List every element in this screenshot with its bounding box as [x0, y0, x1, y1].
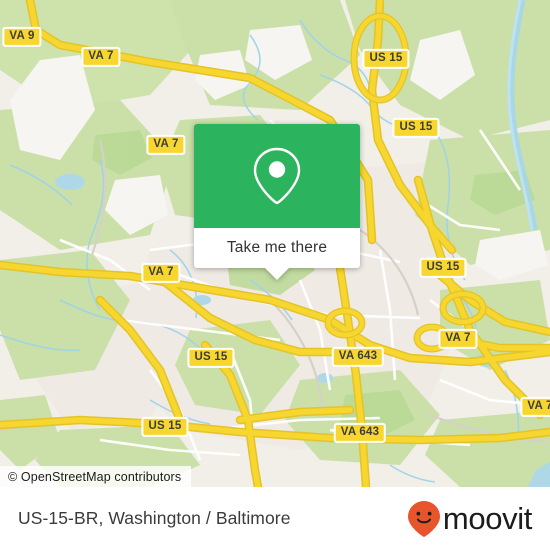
road-shield: US 15	[187, 347, 235, 369]
take-me-there-label: Take me there	[226, 239, 328, 256]
road-shield: VA 643	[333, 422, 387, 444]
road-shield: US 15	[392, 117, 440, 139]
moovit-wordmark: moovit	[442, 501, 532, 536]
road-shield: VA 9	[2, 26, 42, 48]
station-callout-card[interactable]: Take me there	[194, 124, 360, 280]
road-shield: US 15	[362, 48, 410, 70]
moovit-logo[interactable]: moovit	[407, 500, 532, 538]
road-shield: US 15	[141, 416, 189, 438]
map-attribution[interactable]: © OpenStreetMap contributors	[0, 466, 192, 487]
take-me-there-button[interactable]: Take me there	[194, 228, 360, 280]
moovit-smiley-pin-icon	[407, 500, 440, 537]
moovit-station-map-screenshot: VA 9 VA 7 US 15 US 15 VA 7 VA 7 US 15 VA 7 US 15…	[0, 0, 550, 550]
map-attribution-text: © OpenStreetMap contributors	[8, 469, 182, 484]
callout-tail	[264, 267, 290, 280]
map-canvas[interactable]: VA 9 VA 7 US 15 US 15 VA 7 VA 7 US 15 VA 7 US 15…	[0, 0, 550, 487]
road-shield: VA 7	[146, 134, 186, 156]
road-shield: VA 7	[141, 262, 181, 284]
road-shield: VA 643	[331, 346, 385, 368]
road-shield: VA 7	[438, 328, 478, 350]
road-shield: US 15	[419, 257, 467, 279]
page-title: US-15-BR, Washington / Baltimore	[18, 508, 291, 528]
road-shield: VA 7	[520, 396, 550, 418]
location-pin-icon	[253, 147, 301, 205]
callout-pin-panel	[194, 124, 360, 228]
road-shield: VA 7	[81, 46, 121, 68]
footer-bar: US-15-BR, Washington / Baltimore moovit	[0, 487, 550, 550]
